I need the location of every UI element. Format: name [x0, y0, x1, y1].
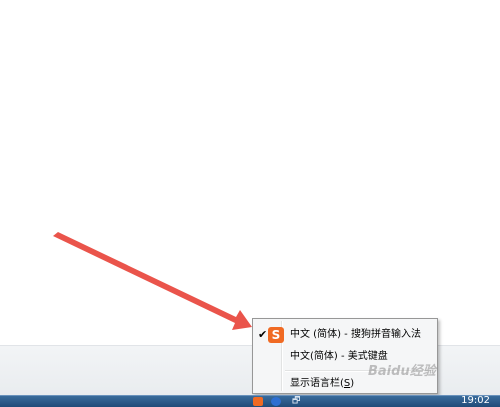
taskbar-clock[interactable]: 19:02	[461, 395, 490, 407]
window-tray-icon[interactable]: 🗗	[292, 396, 300, 407]
taskbar: 🗗 19:02	[0, 395, 500, 407]
sogou-tray-icon[interactable]	[253, 397, 263, 406]
sogou-s-icon: S	[268, 327, 284, 343]
checkmark-icon: ✔	[258, 328, 268, 341]
menu-item-sogou-pinyin[interactable]: ✔ S 中文 (简体) - 搜狗拼音输入法	[255, 325, 435, 345]
input-method-context-menu: ✔ S 中文 (简体) - 搜狗拼音输入法 中文(简体) - 美式键盘 显示语言…	[252, 318, 438, 394]
baidu-watermark: Baidu经验	[368, 364, 436, 379]
help-tray-icon[interactable]	[271, 397, 281, 406]
menu-item-label: 显示语言栏(S)	[290, 378, 355, 389]
menu-item-label: 中文 (简体) - 搜狗拼音输入法	[290, 329, 421, 340]
desktop-background	[0, 0, 500, 345]
